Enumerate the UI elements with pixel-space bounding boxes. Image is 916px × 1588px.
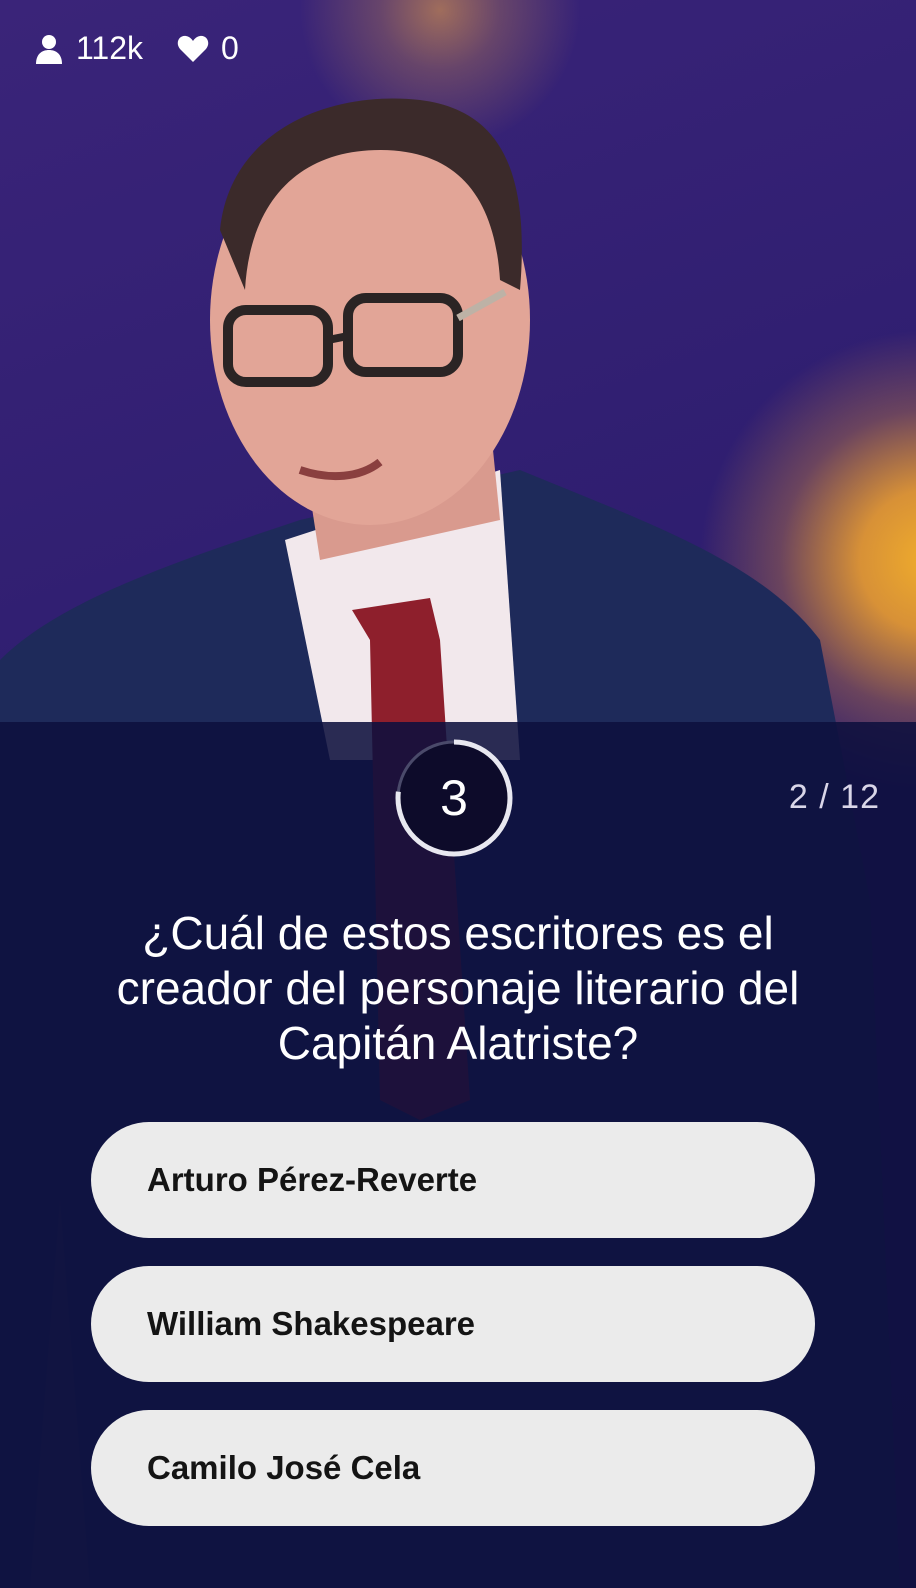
answer-option-label: William Shakespeare — [147, 1305, 476, 1342]
question-progress: 2 / 12 — [788, 778, 880, 816]
quiz-screen: 112k 0 3 2 / 12 ¿Cuál de estos escritore… — [0, 0, 916, 1588]
viewer-count: 112k — [34, 30, 143, 67]
question-text: ¿Cuál de estos escritores es el creador … — [116, 907, 800, 1069]
viewer-count-value: 112k — [76, 30, 144, 66]
heart-icon — [177, 35, 209, 62]
person-icon — [36, 34, 62, 64]
answer-option-label: Camilo José Cela — [147, 1449, 421, 1486]
stats-bar: 112k 0 — [34, 30, 239, 67]
answer-option-label: Arturo Pérez-Reverte — [147, 1161, 478, 1198]
like-count-value: 0 — [221, 30, 239, 66]
countdown-number: 3 — [440, 770, 468, 826]
answer-option-2[interactable]: William Shakespeare — [91, 1266, 815, 1382]
answer-option-3[interactable]: Camilo José Cela — [91, 1410, 815, 1526]
like-count: 0 — [177, 30, 239, 67]
answer-option-1[interactable]: Arturo Pérez-Reverte — [91, 1122, 815, 1238]
